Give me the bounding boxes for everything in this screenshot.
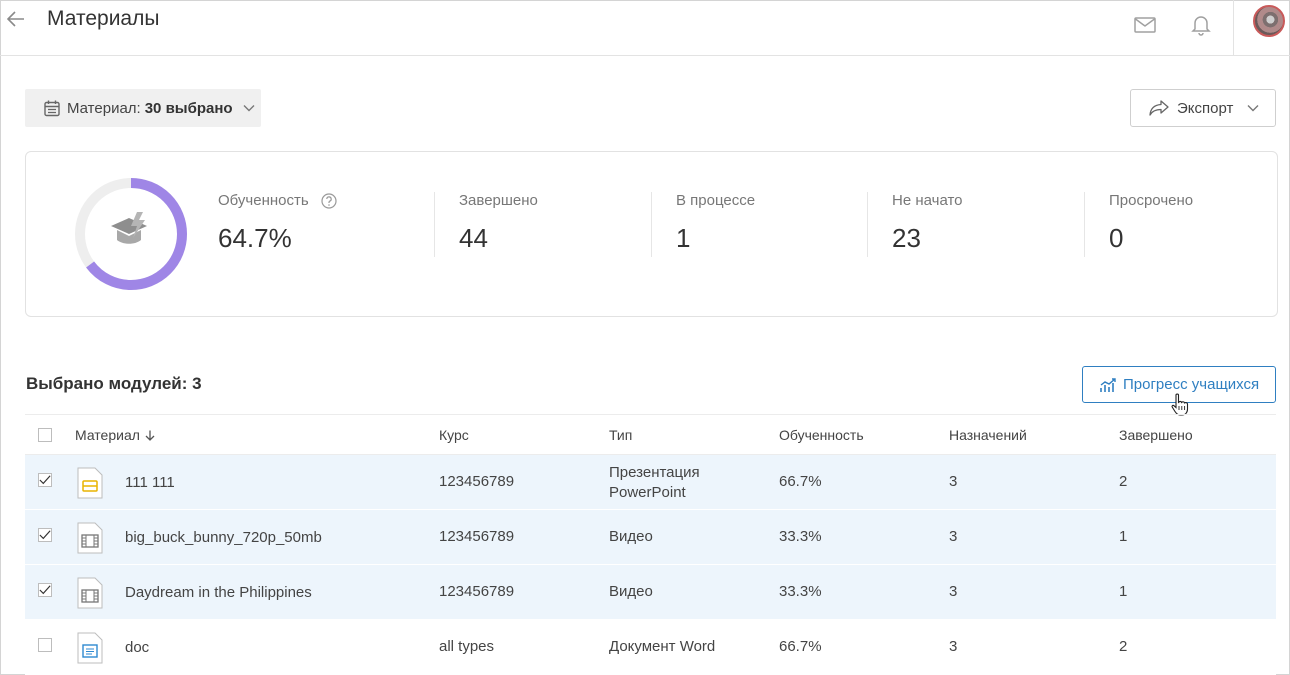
check-icon <box>39 585 51 595</box>
assigned-count: 3 <box>949 528 958 545</box>
stat-overdue-label: Просрочено <box>1109 192 1194 209</box>
stat-overdue-value: 0 <box>1109 223 1124 253</box>
stat-not-started-value: 23 <box>892 223 921 253</box>
column-material[interactable]: Материал <box>75 427 155 443</box>
completed-count: 1 <box>1119 583 1128 600</box>
material-filter-dropdown[interactable]: Материал: 30 выбрано <box>25 89 261 127</box>
check-icon <box>39 530 51 540</box>
column-type[interactable]: Тип <box>609 427 632 443</box>
export-button[interactable]: Экспорт <box>1130 89 1276 127</box>
progress-value: 66.7% <box>779 473 822 490</box>
check-icon <box>39 475 51 485</box>
top-header: Материалы <box>0 0 1290 56</box>
progress-ring <box>75 178 187 290</box>
material-name[interactable]: Daydream in the Philippines <box>125 584 312 601</box>
table-body: 111 111 123456789 Презентация PowerPoint 66.… <box>25 455 1276 675</box>
materials-table: Материал Курс Тип Обученность Назначений… <box>25 414 1276 675</box>
header-divider <box>1233 0 1234 55</box>
bell-icon[interactable] <box>1189 13 1213 37</box>
stat-in-progress-label: В процессе <box>676 192 756 209</box>
assigned-count: 3 <box>949 473 958 490</box>
course-name: 123456789 <box>439 473 515 490</box>
word-document-icon <box>77 632 103 664</box>
stat-progress-value: 64.7% <box>218 223 292 253</box>
select-all-checkbox[interactable] <box>38 428 52 442</box>
stat-completed-value: 44 <box>459 223 488 253</box>
material-type-line1: Презентация <box>609 464 700 481</box>
stat-completed-label: Завершено <box>459 192 538 209</box>
material-type: Видео <box>609 528 653 545</box>
video-icon <box>77 522 103 554</box>
filter-value: 30 выбрано <box>144 99 233 117</box>
assigned-count: 3 <box>949 583 958 600</box>
back-arrow-icon[interactable] <box>6 9 26 29</box>
assigned-count: 3 <box>949 638 958 655</box>
material-name[interactable]: doc <box>125 639 149 656</box>
stat-in-progress-value: 1 <box>676 223 691 253</box>
help-circle-icon[interactable] <box>321 192 337 209</box>
calendar-icon <box>43 99 61 117</box>
chart-trend-icon <box>1099 376 1117 394</box>
presentation-icon <box>77 467 103 499</box>
mail-icon[interactable] <box>1133 13 1157 37</box>
course-name: 123456789 <box>439 583 515 600</box>
video-icon <box>77 577 103 609</box>
page-title: Материалы <box>47 7 160 30</box>
stat-not-started: Не начато 23 <box>892 192 963 254</box>
table-header: Материал Курс Тип Обученность Назначений… <box>25 414 1276 455</box>
stat-divider <box>1084 192 1085 257</box>
stat-divider <box>867 192 868 257</box>
share-arrow-icon <box>1149 99 1169 117</box>
column-assigned[interactable]: Назначений <box>949 427 1027 443</box>
course-name: all types <box>439 638 495 655</box>
row-checkbox[interactable] <box>38 473 52 487</box>
completed-count: 1 <box>1119 528 1128 545</box>
column-progress[interactable]: Обученность <box>779 427 864 443</box>
selected-modules-title: Выбрано модулей: 3 <box>26 374 202 393</box>
progress-value: 33.3% <box>779 583 822 600</box>
material-name[interactable]: 111 111 <box>125 474 175 491</box>
stat-divider <box>434 192 435 257</box>
progress-value: 66.7% <box>779 638 822 655</box>
completed-count: 2 <box>1119 638 1128 655</box>
table-row[interactable]: 111 111 123456789 Презентация PowerPoint 66.… <box>25 455 1276 510</box>
material-type: Документ Word <box>609 638 716 655</box>
arrow-down-icon <box>145 430 155 441</box>
user-avatar[interactable] <box>1253 5 1285 37</box>
table-row[interactable]: big_buck_bunny_720p_50mb 123456789 Видео 33… <box>25 510 1276 565</box>
material-type: Презентация PowerPoint <box>609 463 700 503</box>
material-type-line2: PowerPoint <box>609 484 686 501</box>
column-completed[interactable]: Завершено <box>1119 427 1193 443</box>
table-row[interactable]: Daydream in the Philippines 123456789 Виде… <box>25 565 1276 620</box>
filter-label: Материал: <box>67 99 141 117</box>
column-course[interactable]: Курс <box>439 427 469 443</box>
stat-not-started-label: Не начато <box>892 192 963 209</box>
learner-progress-label: Прогресс учащихся <box>1123 376 1260 393</box>
completed-count: 2 <box>1119 473 1128 490</box>
row-checkbox[interactable] <box>38 638 52 652</box>
row-checkbox[interactable] <box>38 528 52 542</box>
stat-progress-label: Обученность <box>218 192 309 209</box>
chevron-down-icon <box>243 104 255 112</box>
row-checkbox[interactable] <box>38 583 52 597</box>
stat-overdue: Просрочено 0 <box>1109 192 1193 254</box>
table-row[interactable]: doc all types Документ Word 66.7% 3 2 <box>25 620 1276 675</box>
course-name: 123456789 <box>439 528 515 545</box>
export-label: Экспорт <box>1177 99 1234 117</box>
stat-completed: Завершено 44 <box>459 192 538 254</box>
stats-card: Обученность 64.7% Завершено 44 В процесс… <box>25 151 1278 317</box>
material-name[interactable]: big_buck_bunny_720p_50mb <box>125 529 322 546</box>
material-type: Видео <box>609 583 653 600</box>
column-material-label: Материал <box>75 427 140 443</box>
progress-value: 33.3% <box>779 528 822 545</box>
stat-progress: Обученность 64.7% <box>218 192 337 254</box>
stat-in-progress: В процессе 1 <box>676 192 755 254</box>
chevron-down-icon <box>1247 104 1259 112</box>
graduation-cap-icon <box>111 212 147 244</box>
stat-divider <box>651 192 652 257</box>
